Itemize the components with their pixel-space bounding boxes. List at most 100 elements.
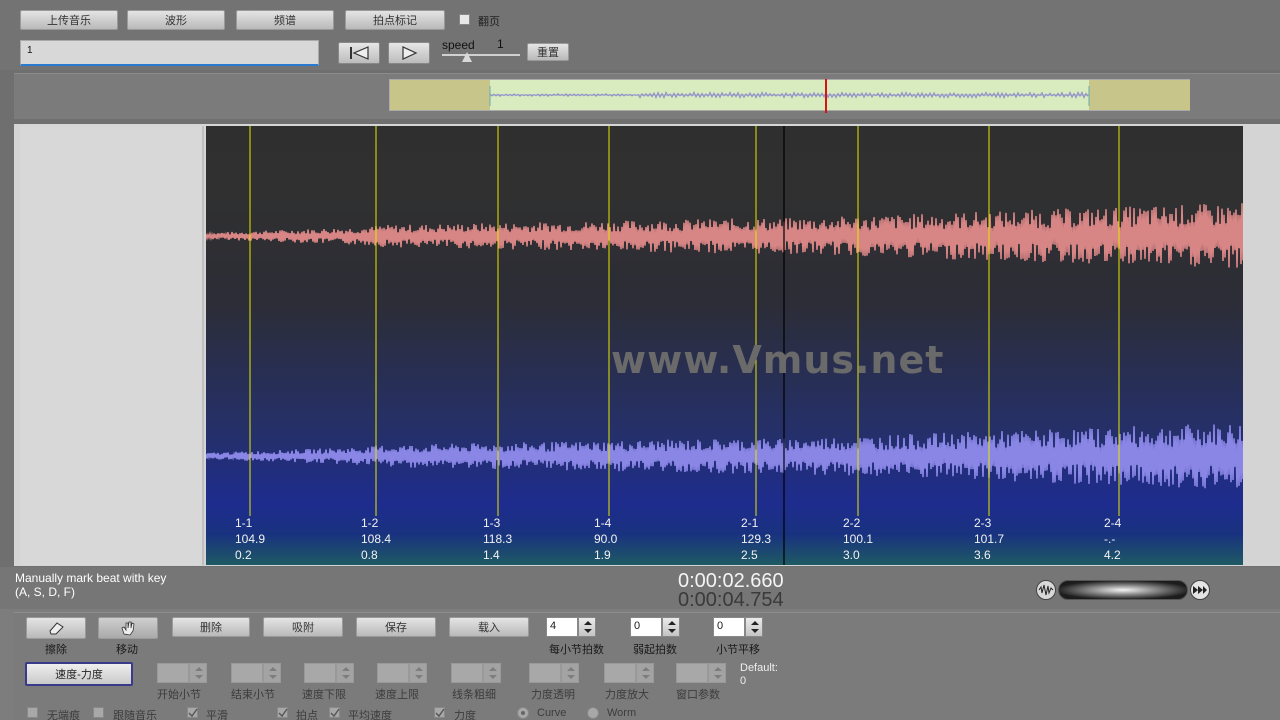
dynamics-zoom-stepper[interactable] (636, 663, 654, 683)
beat-id: 2-1 (741, 516, 759, 530)
beat-points-checkbox[interactable] (277, 707, 288, 718)
left-blank-pane (20, 126, 204, 565)
reset-button[interactable]: 重置 (527, 43, 569, 61)
pickup-beats-stepper[interactable] (662, 617, 680, 637)
beat-tempo: 101.7 (974, 532, 1005, 546)
beat-label-2-1: 2-1 129.3 2.5 (741, 515, 771, 563)
move-label: 移动 (116, 644, 138, 656)
beat-label-1-4: 1-4 90.0 1.9 (594, 515, 617, 563)
line-thickness-stepper[interactable] (483, 663, 501, 683)
worm-radio[interactable] (587, 707, 599, 719)
tempo-lower-label: 速度下限 (302, 689, 346, 701)
jog-slider[interactable] (1058, 580, 1188, 600)
dynamics-transparency-field[interactable] (529, 663, 561, 683)
beat-id: 1-3 (483, 516, 501, 530)
tempo-upper-label: 速度上限 (375, 689, 419, 701)
fast-forward-icon[interactable] (1190, 580, 1210, 600)
beat-tempo: 118.3 (483, 532, 513, 546)
end-bar-stepper[interactable] (263, 663, 281, 683)
tempo-dynamics-button[interactable]: 速度-力度 (25, 662, 133, 686)
bar-shift-stepper[interactable] (745, 617, 763, 637)
dynamics-zoom-field[interactable] (604, 663, 636, 683)
no-markers-label: 无端痕 (47, 710, 80, 720)
follow-music-checkbox[interactable] (93, 707, 104, 718)
speed-value: 1 (497, 37, 504, 51)
beats-per-bar-stepper[interactable] (578, 617, 596, 637)
window-param-label: 窗口参数 (676, 689, 720, 701)
dynamics-transparency-stepper[interactable] (561, 663, 579, 683)
beat-label-1-2: 1-2 108.4 0.8 (361, 515, 391, 563)
beat-tempo: 129.3 (741, 532, 772, 546)
check-icon (278, 708, 288, 718)
line-thickness-field[interactable] (451, 663, 483, 683)
window-param-field[interactable] (676, 663, 708, 683)
erase-button[interactable] (26, 617, 86, 639)
save-button[interactable]: 保存 (356, 617, 436, 637)
speed-slider-track[interactable] (442, 54, 520, 56)
beat-label-2-4: 2-4 -.- 4.2 (1104, 515, 1121, 563)
speed-slider-thumb[interactable] (462, 52, 472, 62)
tempo-upper-field[interactable] (377, 663, 409, 683)
waveform-button[interactable]: 波形 (127, 10, 225, 30)
hint-line-2: (A, S, D, F) (15, 585, 75, 599)
beat-label-1-1: 1-1 104.9 0.2 (235, 515, 265, 563)
start-bar-field[interactable] (157, 663, 189, 683)
default-label: Default: (740, 662, 778, 674)
curve-label: Curve (537, 707, 567, 719)
beat-id: 1-4 (594, 516, 612, 530)
beat-label-2-3: 2-3 101.7 3.6 (974, 515, 1004, 563)
beat-tempo: 108.4 (361, 532, 392, 546)
watermark: www.Vmus.net (611, 338, 945, 382)
beat-tempo: -.- (1104, 532, 1116, 546)
beat-mark-button[interactable]: 拍点标记 (345, 10, 445, 30)
pickup-beats-field[interactable]: 0 (630, 617, 662, 637)
beat-tempo: 90.0 (594, 532, 618, 546)
beat-tempo: 104.9 (235, 532, 266, 546)
beats-per-bar-field[interactable]: 4 (546, 617, 578, 637)
start-bar-stepper[interactable] (189, 663, 207, 683)
dynamics-checkbox[interactable] (434, 707, 445, 718)
overview-playhead[interactable] (825, 79, 827, 113)
bar-shift-field[interactable]: 0 (713, 617, 745, 637)
end-bar-field[interactable] (231, 663, 263, 683)
no-markers-checkbox[interactable] (27, 707, 38, 718)
curve-radio[interactable] (517, 707, 529, 719)
play-button[interactable] (388, 42, 430, 64)
spectrum-button[interactable]: 频谱 (236, 10, 334, 30)
overview-waveform[interactable] (389, 79, 1190, 113)
check-icon (188, 708, 198, 718)
beat-time: 0.2 (235, 548, 252, 562)
beat-points-label: 拍点 (296, 710, 318, 720)
pickup-beats-label: 弱起拍数 (633, 644, 677, 656)
play-icon (402, 46, 418, 60)
radio-dot (521, 711, 525, 715)
tempo-upper-stepper[interactable] (409, 663, 427, 683)
window-param-stepper[interactable] (708, 663, 726, 683)
beat-time: 4.2 (1104, 548, 1121, 562)
beat-id: 2-4 (1104, 516, 1122, 530)
delete-button[interactable]: 删除 (172, 617, 250, 637)
mark-input[interactable]: 1 (20, 40, 319, 66)
beat-time: 2.5 (741, 548, 758, 562)
hint-line-1: Manually mark beat with key (15, 571, 167, 585)
move-button[interactable] (98, 617, 158, 639)
waveform-trace (206, 424, 1243, 489)
spectrogram-view[interactable]: www.Vmus.net 1-1 104.9 0.2 1-2 108.4 0.8 1-3 11… (206, 126, 1243, 565)
page-turn-checkbox[interactable] (459, 14, 470, 25)
smooth-checkbox[interactable] (187, 707, 198, 718)
load-button[interactable]: 载入 (449, 617, 529, 637)
snap-button[interactable]: 吸附 (263, 617, 343, 637)
tempo-lower-stepper[interactable] (336, 663, 354, 683)
beat-label-1-3: 1-3 118.3 1.4 (483, 515, 512, 563)
rewind-button[interactable] (338, 42, 380, 64)
check-icon (435, 708, 445, 718)
beat-id: 1-2 (361, 516, 379, 530)
skip-back-icon (350, 46, 369, 60)
erase-label: 擦除 (45, 644, 67, 656)
upload-music-button[interactable]: 上传音乐 (20, 10, 118, 30)
default-value: 0 (740, 675, 747, 687)
waveform-icon[interactable] (1036, 580, 1056, 600)
dynamics-label: 力度 (454, 710, 476, 720)
avg-tempo-checkbox[interactable] (329, 707, 340, 718)
tempo-lower-field[interactable] (304, 663, 336, 683)
